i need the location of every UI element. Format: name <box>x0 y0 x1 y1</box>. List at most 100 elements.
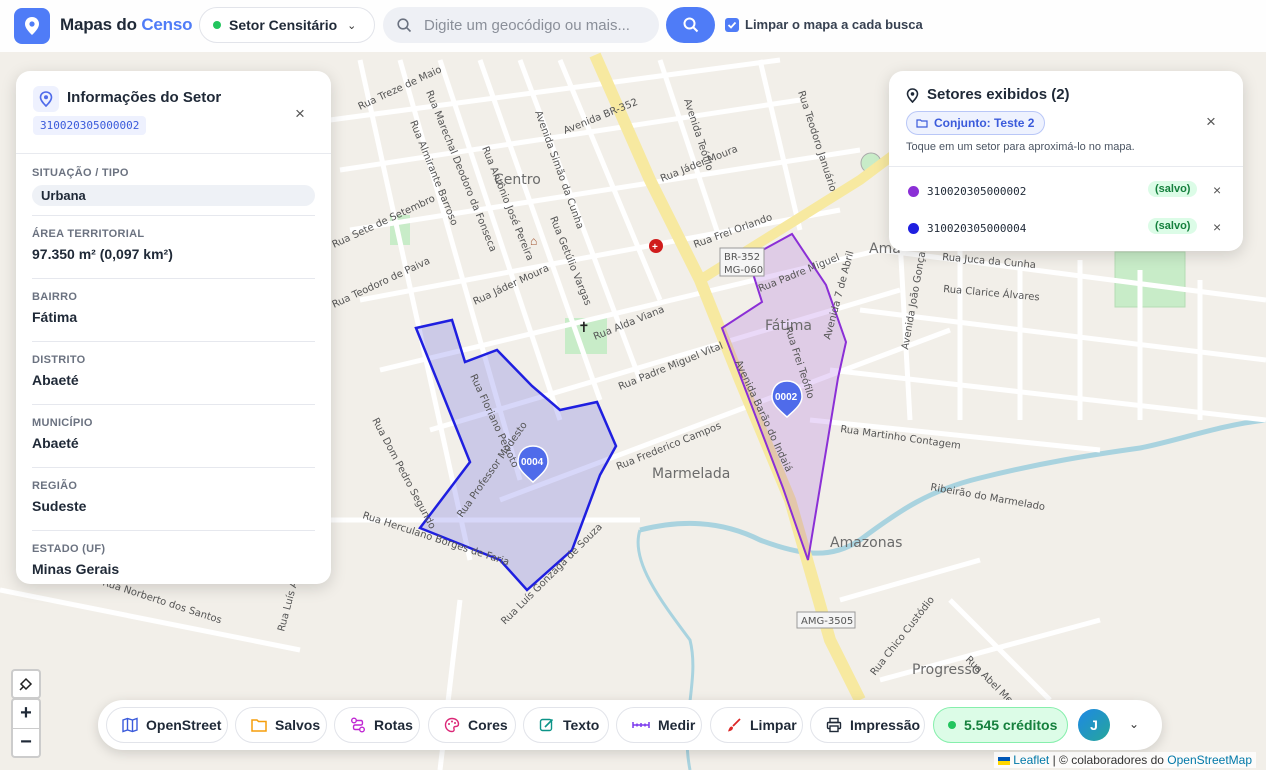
palette-icon <box>444 717 460 733</box>
openstreet-button[interactable]: OpenStreet <box>106 707 228 743</box>
location-pin-icon <box>33 86 59 112</box>
field-label: ÁREA TERRITORIAL <box>32 228 145 240</box>
attribution-text: | © colaboradores do <box>1049 753 1168 767</box>
close-icon[interactable]: × <box>1206 113 1216 130</box>
layer-select-label: Setor Censitário <box>229 17 338 33</box>
saved-badge: (salvo) <box>1148 181 1198 197</box>
marker-label: 0004 <box>521 457 544 468</box>
search-icon <box>683 17 698 33</box>
cores-label: Cores <box>468 717 508 733</box>
info-fields: SITUAÇÃO / TIPO Urbana ÁREA TERRITORIAL … <box>32 167 315 584</box>
sector-code: 310020305000002 <box>33 116 147 135</box>
field-value: Urbana <box>32 185 315 206</box>
app-title-part1: Mapas do <box>60 15 142 34</box>
credits-badge[interactable]: 5.545 créditos <box>933 707 1068 743</box>
saved-badge: (salvo) <box>1148 218 1198 234</box>
set-chip[interactable]: Conjunto: Teste 2 <box>906 111 1046 135</box>
divider <box>889 166 1243 167</box>
ruler-icon <box>632 722 650 728</box>
limpar-button[interactable]: Limpar <box>710 707 803 743</box>
rotas-button[interactable]: Rotas <box>334 707 420 743</box>
place-label-amazonas: Amazonas <box>830 535 902 551</box>
zoom-control: + − <box>11 698 41 758</box>
cores-button[interactable]: Cores <box>428 707 516 743</box>
field-value: 97.350 m² (0,097 km²) <box>32 246 173 262</box>
shield-mg060: MG-060 <box>724 265 763 276</box>
info-panel-title: Informações do Setor <box>67 89 222 106</box>
search-button[interactable] <box>666 7 715 43</box>
edit-text-icon <box>539 718 554 732</box>
field-situacao: SITUAÇÃO / TIPO Urbana <box>32 167 315 216</box>
bottom-toolbar: OpenStreet Salvos Rotas Cores Texto Medi… <box>98 700 1162 750</box>
draw-tool-button[interactable] <box>11 669 41 699</box>
search-icon <box>397 17 412 32</box>
salvos-button[interactable]: Salvos <box>235 707 327 743</box>
zoom-out-button[interactable]: − <box>13 729 39 757</box>
map-pin-icon <box>25 17 39 35</box>
folder-icon <box>916 119 928 128</box>
layer-select[interactable]: Setor Censitário ⌄ <box>199 7 375 43</box>
search-input[interactable] <box>422 15 646 35</box>
impressao-button[interactable]: Impressão <box>810 707 925 743</box>
field-label: ESTADO (UF) <box>32 543 106 555</box>
check-icon <box>727 21 737 29</box>
ukraine-flag-icon <box>997 756 1010 765</box>
limpar-label: Limpar <box>750 717 797 733</box>
field-value: Abaeté <box>32 372 79 388</box>
field-value: Minas Gerais <box>32 561 120 577</box>
texto-button[interactable]: Texto <box>523 707 609 743</box>
shield-br352: BR-352 <box>724 252 760 263</box>
shield-amg3505: AMG-3505 <box>801 616 853 627</box>
status-dot <box>948 721 956 729</box>
search-box <box>383 7 659 43</box>
leaflet-link[interactable]: Leaflet <box>1013 753 1049 767</box>
field-label: REGIÃO <box>32 480 78 492</box>
route-icon <box>351 717 365 733</box>
info-panel-header: Informações do Setor 310020305000002 × <box>16 71 331 154</box>
sectors-panel-title: Setores exibidos (2) <box>927 86 1070 103</box>
sector-code: 310020305000004 <box>927 221 1027 235</box>
field-municipio: MUNICÍPIO Abaeté <box>32 405 315 468</box>
clear-map-label: Limpar o mapa a cada busca <box>745 17 923 32</box>
chevron-down-icon[interactable]: ⌄ <box>1129 717 1139 731</box>
osm-link[interactable]: OpenStreetMap <box>1167 753 1252 767</box>
app-title-accent: Censo <box>141 15 193 34</box>
field-bairro: BAIRRO Fátima <box>32 279 315 342</box>
app-logo <box>14 8 50 44</box>
sector-list-item[interactable]: 310020305000002 (salvo) × <box>908 181 1228 201</box>
field-area: ÁREA TERRITORIAL 97.350 m² (0,097 km²) <box>32 216 315 279</box>
clear-map-checkbox[interactable] <box>725 17 739 32</box>
texto-label: Texto <box>563 717 600 733</box>
rotas-label: Rotas <box>374 717 413 733</box>
status-dot <box>213 21 221 29</box>
remove-icon[interactable]: × <box>1213 182 1221 198</box>
medir-button[interactable]: Medir <box>616 707 702 743</box>
field-value: Sudeste <box>32 498 87 514</box>
avatar[interactable]: J <box>1078 709 1110 741</box>
close-icon[interactable]: × <box>295 105 305 122</box>
clear-map-option[interactable]: Limpar o mapa a cada busca <box>725 17 923 32</box>
draw-polygon-icon <box>19 677 33 691</box>
field-estado: ESTADO (UF) Minas Gerais <box>32 531 315 584</box>
field-value: Abaeté <box>32 435 79 451</box>
field-distrito: DISTRITO Abaeté <box>32 342 315 405</box>
location-pin-icon <box>906 88 919 103</box>
remove-icon[interactable]: × <box>1213 219 1221 235</box>
set-chip-label: Conjunto: Teste 2 <box>934 116 1035 130</box>
app-title: Mapas do Censo <box>60 15 192 35</box>
field-label: SITUAÇÃO / TIPO <box>32 167 129 179</box>
chevron-down-icon: ⌄ <box>347 19 357 32</box>
credits-label: 5.545 créditos <box>964 717 1058 733</box>
sector-color-swatch <box>908 222 919 234</box>
marker-label: 0002 <box>775 392 798 403</box>
field-label: MUNICÍPIO <box>32 417 93 429</box>
top-bar: Mapas do Censo Setor Censitário ⌄ Limpar… <box>0 0 1266 52</box>
place-label-marmelada: Marmelada <box>652 466 730 482</box>
map-attribution: Leaflet | © colaboradores do OpenStreetM… <box>993 752 1256 768</box>
svg-text:+: + <box>652 242 658 253</box>
field-label: BAIRRO <box>32 291 78 303</box>
sectors-hint: Toque em um setor para aproximá-lo no ma… <box>906 141 1135 153</box>
zoom-in-button[interactable]: + <box>13 700 39 729</box>
svg-text:✝: ✝ <box>578 319 590 335</box>
sector-list-item[interactable]: 310020305000004 (salvo) × <box>908 218 1228 238</box>
